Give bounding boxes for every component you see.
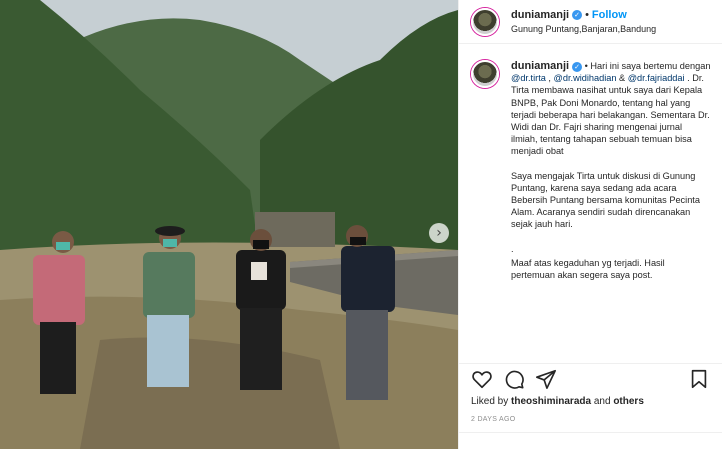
send-icon[interactable] (535, 368, 557, 390)
caption-separator: • (584, 61, 588, 71)
comment-bar[interactable] (459, 432, 722, 449)
avatar[interactable] (471, 7, 499, 36)
caption-line: . Dr. Tirta membawa nasihat untuk saya d… (511, 73, 710, 157)
action-bar (459, 363, 722, 393)
caption-line: & (616, 73, 628, 84)
post-side-panel: duniamanji ✓ • Follow Gunung Puntang,Ban… (458, 0, 722, 449)
caption-line: Hari ini saya bertemu dengan (590, 61, 711, 71)
photo-scene (0, 0, 458, 449)
bookmark-icon[interactable] (688, 368, 710, 390)
likes-suffix: and (591, 396, 614, 407)
likes-summary: Liked by theoshiminarada and others (471, 396, 644, 407)
mention-dr-fajriaddai[interactable]: @dr.fajriaddai (628, 73, 685, 83)
liked-by-user-link[interactable]: theoshiminarada (511, 396, 591, 407)
mention-dr-widihadian[interactable]: @dr.widihadian (554, 73, 617, 83)
post-date[interactable]: 2 DAYS AGO (471, 416, 516, 423)
likes-prefix: Liked by (471, 396, 512, 407)
location-link[interactable]: Gunung Puntang,Banjaran,Bandung (511, 22, 656, 36)
caption-line: , (545, 73, 554, 84)
caption: duniamanji ✓ • Hari ini saya bertemu deng… (471, 60, 714, 293)
caption-text: duniamanji ✓ • Hari ini saya bertemu deng… (511, 60, 711, 293)
caption-username[interactable]: duniamanji (511, 60, 569, 72)
caption-verified-badge-icon: ✓ (572, 62, 583, 72)
post-header: duniamanji ✓ • Follow Gunung Puntang,Ban… (459, 0, 722, 44)
likes-others-link[interactable]: others (613, 396, 644, 407)
carousel-next-button[interactable]: › (429, 223, 449, 243)
person-4 (341, 225, 395, 400)
caption-avatar[interactable] (471, 60, 499, 88)
mention-dr-tirta[interactable]: @dr.tirta (511, 73, 546, 83)
caption-paragraph-3: . (511, 243, 514, 254)
follow-button[interactable]: Follow (592, 8, 627, 22)
person-3 (236, 229, 286, 390)
comment-icon[interactable] (503, 368, 525, 390)
separator-dot: • (585, 8, 589, 21)
caption-paragraph-4: Maaf atas kegaduhan yg terjadi. Hasil pe… (511, 257, 665, 281)
heart-icon[interactable] (471, 368, 493, 390)
post-photo[interactable]: › (0, 0, 458, 449)
username-link[interactable]: duniamanji (511, 8, 569, 22)
verified-badge-icon: ✓ (572, 9, 583, 20)
caption-paragraph-2: Saya mengajak Tirta untuk diskusi di Gun… (511, 170, 700, 230)
